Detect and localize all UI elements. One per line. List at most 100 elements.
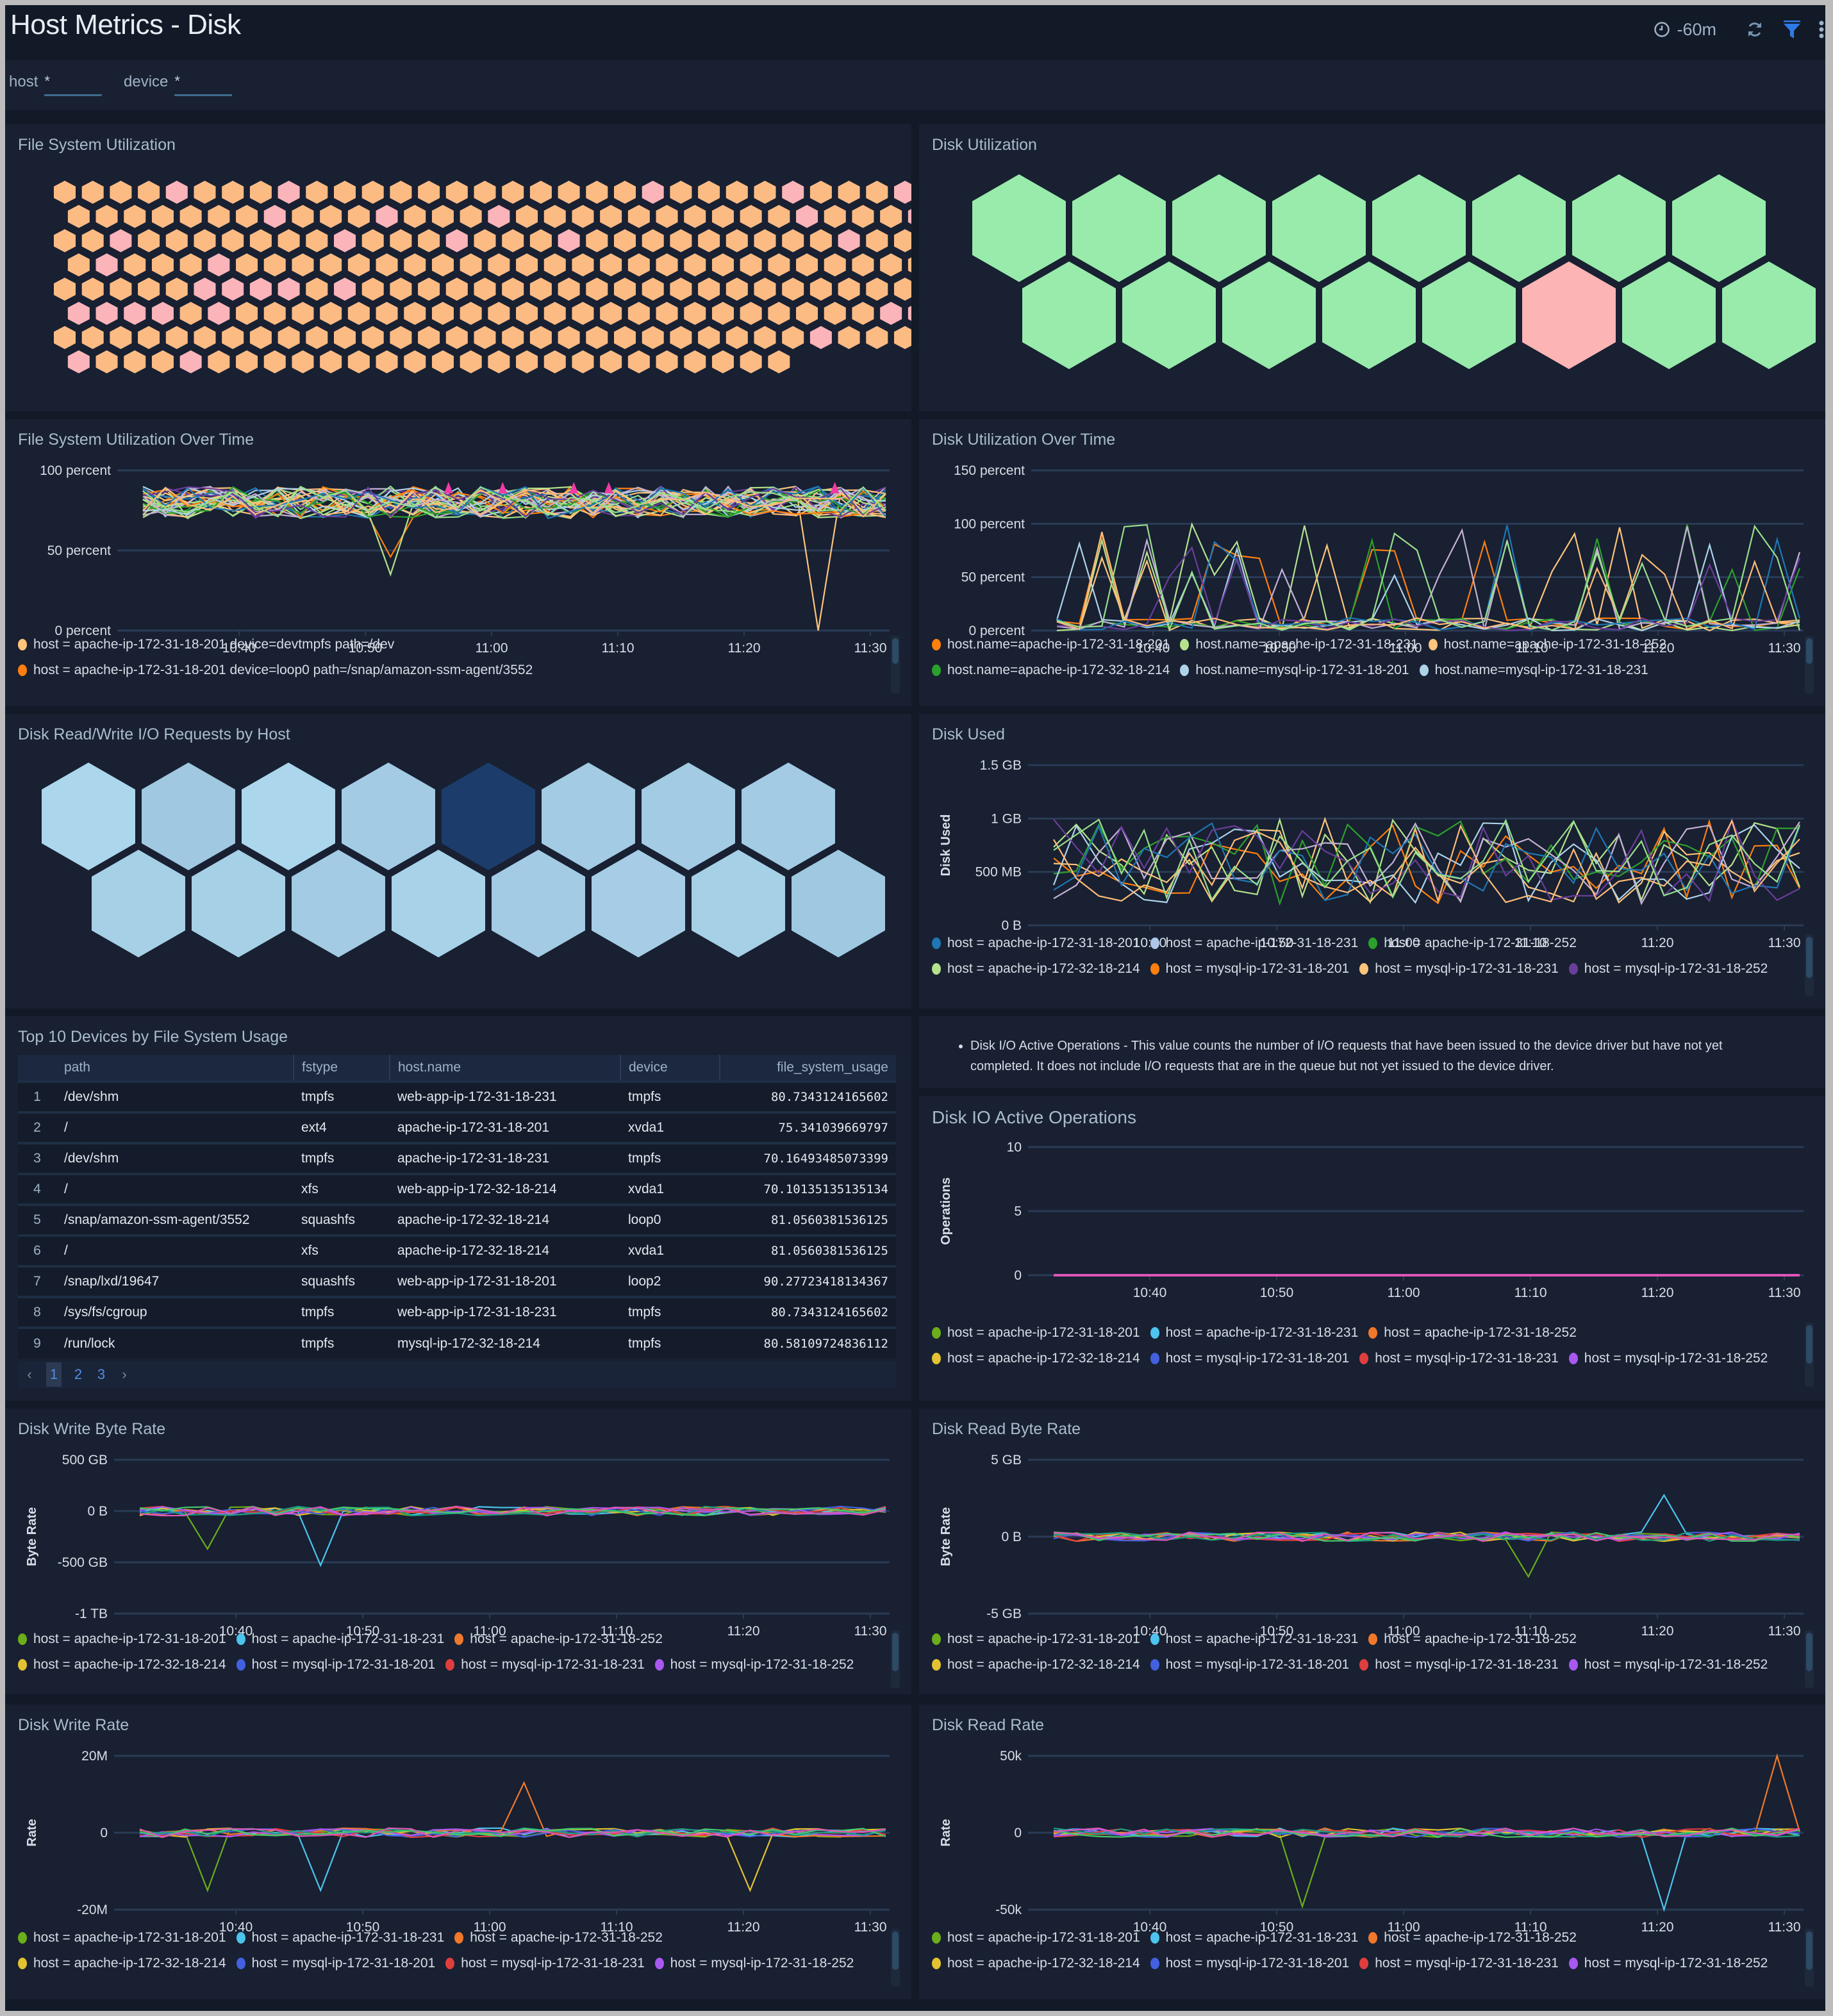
threshold-marker[interactable] xyxy=(498,482,508,493)
series-line[interactable] xyxy=(1053,1753,1801,1838)
io-hex-cell[interactable] xyxy=(342,763,435,870)
column-header[interactable]: device xyxy=(620,1055,720,1082)
io-hex-cell[interactable] xyxy=(642,763,735,870)
fs-hex-cell[interactable] xyxy=(376,253,398,277)
fs-hex-cell[interactable] xyxy=(474,277,496,301)
fs-hex-cell[interactable] xyxy=(418,326,440,349)
fs-hex-cell[interactable] xyxy=(81,229,104,252)
legend-item[interactable]: host = mysql-ip-172-31-18-231 xyxy=(1359,961,1559,977)
page-3-button[interactable]: 3 xyxy=(95,1362,108,1387)
host-filter[interactable]: host * xyxy=(9,73,103,96)
fs-hex-cell[interactable] xyxy=(768,253,790,277)
fs-hex-cell[interactable] xyxy=(698,181,720,204)
fs-hex-cell[interactable] xyxy=(852,204,874,228)
fs-hex-cell[interactable] xyxy=(194,326,216,349)
fs-hex-cell[interactable] xyxy=(809,181,832,204)
disk-hex-cell[interactable] xyxy=(1672,174,1766,282)
disk-hex-cell[interactable] xyxy=(1022,261,1116,369)
fs-hex-cell[interactable] xyxy=(572,302,594,325)
fs-hex-cell[interactable] xyxy=(516,350,538,374)
fs-hex-cell[interactable] xyxy=(376,302,398,325)
fs-hex-cell[interactable] xyxy=(376,350,398,374)
fs-hex-cell[interactable] xyxy=(460,302,482,325)
disk-hex-cell[interactable] xyxy=(1322,261,1416,369)
table-row[interactable]: 8/sys/fs/cgroup tmpfs web-app-ip-172-31-18… xyxy=(18,1296,896,1328)
series-line[interactable] xyxy=(139,1827,886,1893)
fs-hex-cell[interactable] xyxy=(445,181,468,204)
fs-hex-cell[interactable] xyxy=(754,229,776,252)
fs-hex-cell[interactable] xyxy=(67,204,90,228)
fs-hex-cell[interactable] xyxy=(306,277,328,301)
fs-hex-cell[interactable] xyxy=(347,204,370,228)
fs-hex-cell[interactable] xyxy=(866,326,888,349)
disk-hex-cell[interactable] xyxy=(972,174,1066,282)
fs-hex-cell[interactable] xyxy=(110,277,132,301)
fs-hex-cell[interactable] xyxy=(754,326,776,349)
fs-hex-cell[interactable] xyxy=(768,350,790,374)
disk-hex-cell[interactable] xyxy=(1572,174,1666,282)
io-hex-cell[interactable] xyxy=(792,850,885,957)
fs-hex-cell[interactable] xyxy=(151,253,174,277)
legend-item[interactable]: host = apache-ip-172-32-18-214 xyxy=(932,961,1140,977)
legend-item[interactable]: host = mysql-ip-172-31-18-231 xyxy=(1359,1657,1559,1673)
io-hex-cell[interactable] xyxy=(92,850,185,957)
fs-hex-cell[interactable] xyxy=(558,326,580,349)
fs-hex-cell[interactable] xyxy=(278,277,300,301)
fs-hex-cell[interactable] xyxy=(726,229,748,252)
fs-hex-cell[interactable] xyxy=(529,277,552,301)
fs-hex-cell[interactable] xyxy=(306,229,328,252)
legend-item[interactable]: host.name=apache-ip-172-31-18-231 xyxy=(1180,637,1418,652)
fs-hex-cell[interactable] xyxy=(263,253,286,277)
fs-hex-cell[interactable] xyxy=(361,229,384,252)
fs-hex-cell[interactable] xyxy=(292,350,314,374)
fs-hex-cell[interactable] xyxy=(543,253,566,277)
next-page-button[interactable]: › xyxy=(118,1362,131,1387)
fs-hex-cell[interactable] xyxy=(529,181,552,204)
fs-hex-cell[interactable] xyxy=(474,326,496,349)
legend-item[interactable]: host = mysql-ip-172-31-18-252 xyxy=(1568,1956,1768,1971)
fs-hex-cell[interactable] xyxy=(684,302,706,325)
fs-hex-cell[interactable] xyxy=(165,277,188,301)
fs-hex-cell[interactable] xyxy=(67,253,90,277)
filter-button[interactable] xyxy=(1779,17,1805,42)
fs-hex-cell[interactable] xyxy=(334,277,356,301)
fs-hex-cell[interactable] xyxy=(502,277,524,301)
fs-hex-cell[interactable] xyxy=(726,277,748,301)
fs-hex-cell[interactable] xyxy=(600,302,622,325)
fs-hex-cell[interactable] xyxy=(796,253,818,277)
io-hex-cell[interactable] xyxy=(692,850,785,957)
fs-hex-cell[interactable] xyxy=(614,229,636,252)
legend-scrollbar[interactable] xyxy=(891,636,900,693)
fs-hex-cell[interactable] xyxy=(642,326,664,349)
fs-hex-cell[interactable] xyxy=(460,253,482,277)
fs-hex-cell[interactable] xyxy=(179,253,202,277)
legend-item[interactable]: host = apache-ip-172-31-18-231 xyxy=(1150,1930,1358,1946)
legend-scrollbar[interactable] xyxy=(1805,934,1814,996)
fs-hex-cell[interactable] xyxy=(390,181,412,204)
fs-hex-cell[interactable] xyxy=(488,204,510,228)
fs-hex-cell[interactable] xyxy=(460,204,482,228)
legend-item[interactable]: host = apache-ip-172-31-18-201 xyxy=(932,936,1140,951)
fs-hex-cell[interactable] xyxy=(740,253,762,277)
fs-hex-cell[interactable] xyxy=(151,204,174,228)
threshold-marker[interactable] xyxy=(604,482,613,493)
disk-hex-cell[interactable] xyxy=(1722,261,1816,369)
fs-hex-cell[interactable] xyxy=(54,277,76,301)
fs-hex-cell[interactable] xyxy=(138,181,160,204)
legend-item[interactable]: host = apache-ip-172-32-18-214 xyxy=(932,1657,1140,1673)
fs-hex-cell[interactable] xyxy=(502,229,524,252)
fs-hex-cell[interactable] xyxy=(306,181,328,204)
fs-hex-cell[interactable] xyxy=(445,326,468,349)
fs-hex-cell[interactable] xyxy=(670,277,692,301)
more-options-button[interactable] xyxy=(1816,17,1825,42)
fs-hex-cell[interactable] xyxy=(95,253,118,277)
fs-hex-cell[interactable] xyxy=(543,204,566,228)
prev-page-button[interactable]: ‹ xyxy=(23,1362,36,1387)
fs-hex-cell[interactable] xyxy=(586,326,608,349)
fs-hex-cell[interactable] xyxy=(278,229,300,252)
fs-hex-cell[interactable] xyxy=(880,302,902,325)
legend-scrollbar[interactable] xyxy=(1805,636,1814,693)
fs-hex-cell[interactable] xyxy=(824,204,846,228)
fs-hex-cell[interactable] xyxy=(908,253,911,276)
fs-hex-cell[interactable] xyxy=(390,277,412,301)
